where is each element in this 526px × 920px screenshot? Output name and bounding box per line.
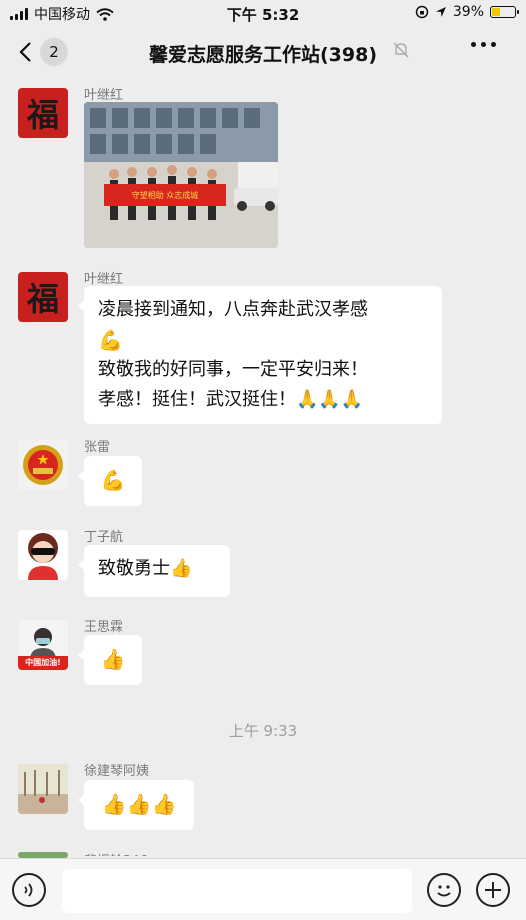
mute-bell-icon (393, 42, 409, 58)
plus-icon (485, 882, 501, 898)
rotation-lock-icon (415, 5, 429, 19)
message-input[interactable] (62, 869, 412, 913)
sender-name: 叶继红 (84, 272, 124, 287)
text-message-bubble[interactable]: 凌晨接到通知，八点奔赴武汉孝感 💪 致敬我的好同事，一定平安归来！ 孝感！挺住！… (78, 286, 442, 424)
battery-fill (492, 8, 500, 16)
sender-name: 徐建琴阿姨 (84, 764, 150, 779)
avatar-caption: 中国加油! (25, 658, 61, 667)
avatar[interactable]: 中国加油! (18, 620, 68, 670)
smiley-icon (437, 885, 451, 897)
unread-count-badge: 2 (40, 38, 68, 66)
chevron-left-icon (19, 42, 31, 62)
group-photo-image: 守望相助 众志成城 (84, 102, 278, 248)
battery-icon (490, 6, 519, 18)
landscape-photo (18, 764, 68, 814)
avatar[interactable]: 福 (18, 88, 68, 138)
avatar[interactable] (18, 440, 68, 490)
text-message-bubble[interactable]: 👍👍👍 (78, 780, 194, 830)
emoji-button[interactable] (427, 873, 461, 907)
voice-icon (24, 883, 33, 897)
more-functions-button[interactable] (476, 873, 510, 907)
time-divider: 上午 9:33 (228, 722, 298, 740)
emblem-icon (23, 445, 63, 485)
avatar[interactable]: 福 (18, 272, 68, 322)
sender-name: 裴振铃346 (84, 850, 148, 856)
location-icon (435, 7, 446, 17)
voice-input-button[interactable] (12, 873, 46, 907)
chat-header: 2 馨爱志愿服务工作站(398) (0, 26, 526, 78)
cartoon-avatar (18, 530, 68, 580)
message-line: 孝感！挺住！武汉挺住！🙏🙏🙏 (98, 389, 364, 410)
text-message-bubble[interactable]: 💪 (78, 456, 142, 506)
sender-name: 张雷 (84, 440, 111, 455)
back-button[interactable]: 2 (18, 38, 78, 66)
message-line: 致敬我的好同事，一定平安归来！ (98, 359, 368, 380)
chat-title: 馨爱志愿服务工作站(398) (148, 44, 378, 66)
avatar[interactable] (18, 530, 68, 580)
svg-text:守望相助 众志成城: 守望相助 众志成城 (132, 190, 199, 200)
message-line: 💪 (98, 328, 123, 352)
battery-percent: 39% (452, 4, 484, 20)
sender-name: 丁子航 (84, 530, 124, 545)
more-options-button[interactable] (471, 42, 496, 47)
avatar[interactable] (18, 764, 68, 814)
text-message-bubble[interactable]: 👍 (78, 635, 142, 685)
sender-name: 王思霖 (84, 620, 124, 635)
text-message-bubble[interactable]: 致敬勇士👍 (78, 545, 230, 597)
sender-name: 叶继红 (84, 88, 124, 103)
status-bar: 中国移动 下午 5:32 39% (0, 0, 526, 26)
message-input-bar (0, 858, 526, 920)
photo-message[interactable]: 守望相助 众志成城 (84, 102, 278, 248)
message-line: 凌晨接到通知，八点奔赴武汉孝感 (98, 299, 368, 320)
